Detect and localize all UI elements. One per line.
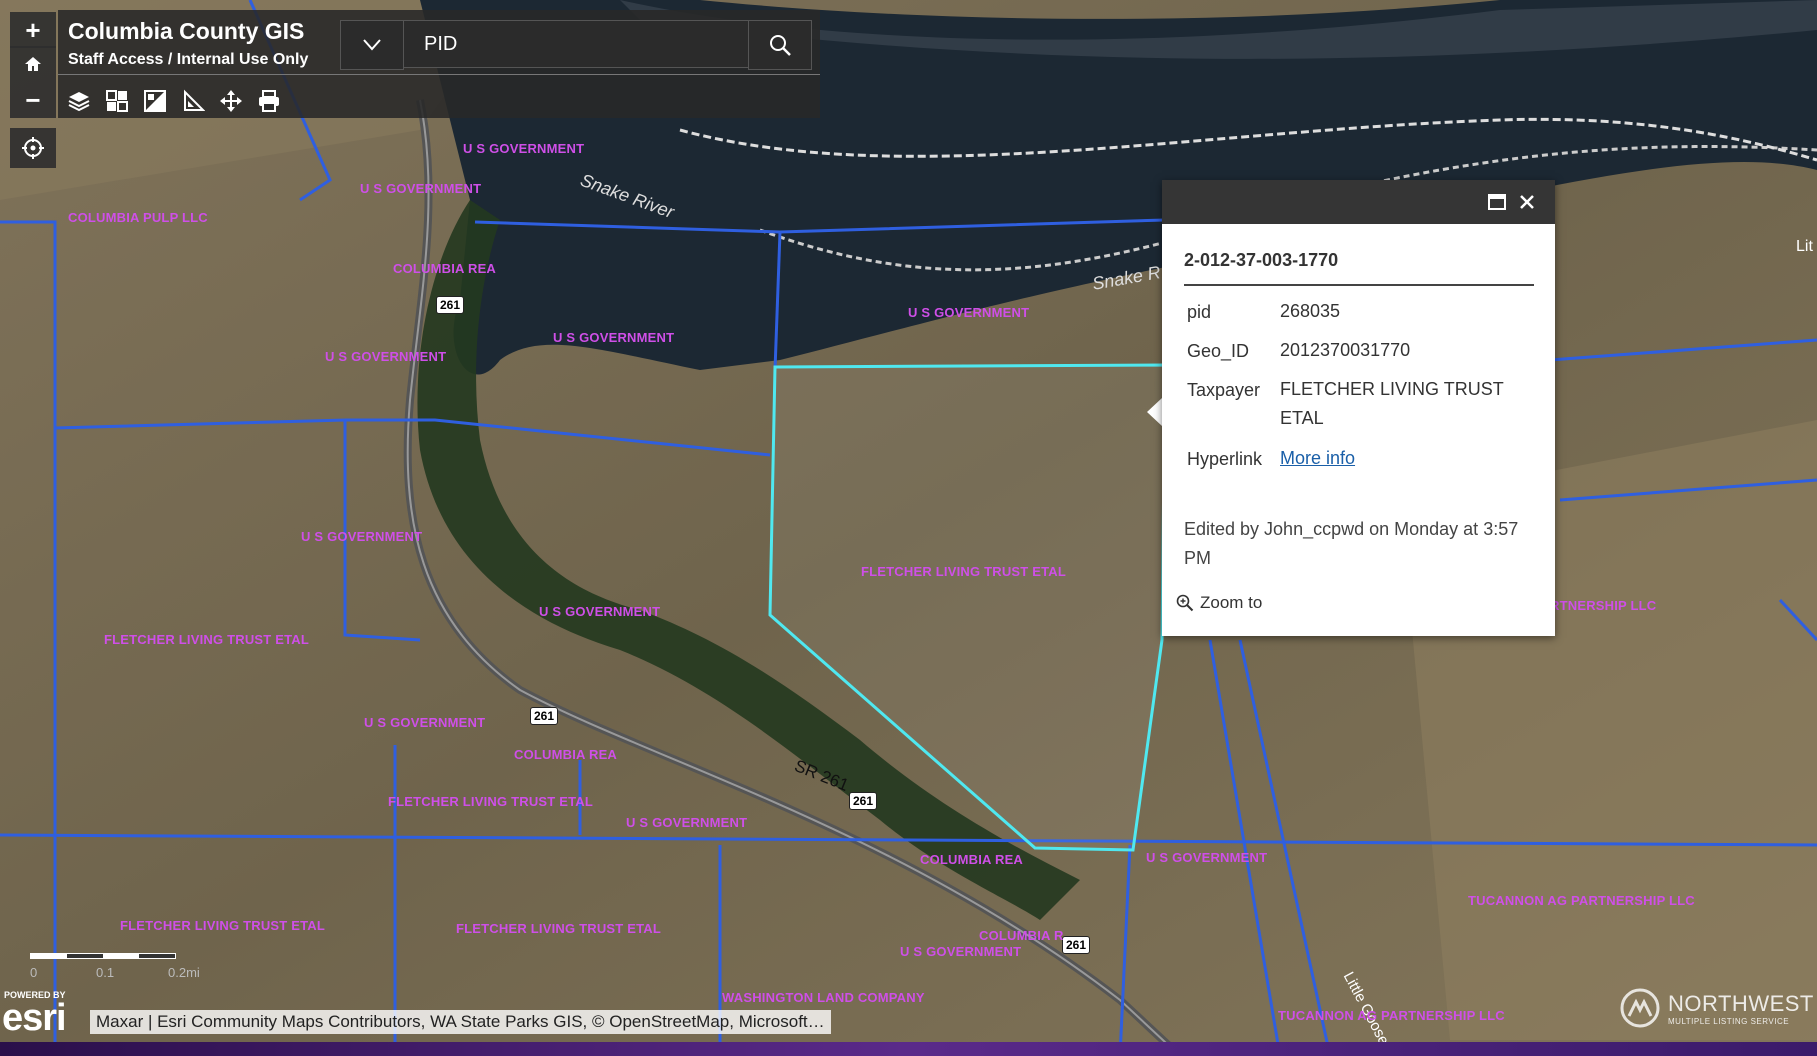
parcel-label: FLETCHER LIVING TRUST ETAL: [104, 632, 310, 647]
route-shield: 261: [849, 792, 878, 810]
parcel-label: U S GOVERNMENT: [626, 815, 748, 830]
field-value-taxpayer: FLETCHER LIVING TRUST ETAL: [1280, 379, 1504, 428]
parcel-label: WASHINGTON LAND COMPANY: [722, 990, 925, 1005]
scale-label-mid: 0.1: [96, 965, 115, 980]
parcel-label: U S GOVERNMENT: [301, 529, 423, 544]
popup-edit-info: Edited by John_ccpwd on Monday at 3:57 P…: [1184, 519, 1519, 568]
parcel-label: FLETCHER LIVING TRUST ETAL: [388, 794, 594, 809]
parcel-label: TUCANNON AG PARTNERSHIP LLC: [1278, 1008, 1505, 1023]
zoom-to-label: Zoom to: [1200, 593, 1263, 612]
zoom-in-magnifier-icon: [1176, 594, 1194, 612]
measure-button[interactable]: [178, 86, 208, 116]
route-shield: 261: [530, 707, 559, 725]
parcel-label: U S GOVERNMENT: [1146, 850, 1268, 865]
parcel-label: U S GOVERNMENT: [364, 715, 486, 730]
nwmls-name: NORTHWEST: [1668, 990, 1814, 1016]
zoom-in-button[interactable]: +: [10, 12, 56, 48]
search-source-dropdown[interactable]: [340, 20, 404, 70]
popup-divider: [1184, 284, 1534, 286]
scale-label-end: 0.2mi: [168, 965, 200, 980]
popup-close-button[interactable]: [1518, 193, 1536, 216]
app-title: Columbia County GIS: [68, 18, 305, 44]
search-button[interactable]: [748, 20, 812, 70]
field-label-geo-id: Geo_ID: [1187, 341, 1250, 361]
parcel-label: FLETCHER LIVING TRUST ETAL: [456, 921, 662, 936]
close-icon: [1520, 195, 1534, 209]
more-info-link[interactable]: More info: [1280, 444, 1530, 473]
pan-move-button[interactable]: [216, 86, 246, 116]
measure-icon: [184, 89, 205, 111]
field-value-geo-id: 2012370031770: [1280, 340, 1411, 360]
nwmls-watermark: NORTHWEST MULTIPLE LISTING SERVICE: [1620, 988, 1814, 1028]
parcel-label: U S GOVERNMENT: [539, 604, 661, 619]
bottom-strip: [0, 1042, 1817, 1056]
parcel-label: U S GOVERNMENT: [325, 349, 447, 364]
river-label-lit: Lit: [1796, 238, 1813, 255]
pan-move-icon: [220, 90, 242, 112]
popup-title: 2-012-37-003-1770: [1184, 250, 1339, 270]
maximize-icon: [1488, 194, 1506, 210]
route-shield: 261: [1062, 936, 1091, 954]
scale-label-0: 0: [30, 965, 38, 980]
basemap-gallery-button[interactable]: [102, 86, 132, 116]
esri-logo: POWERED BY esri: [2, 990, 67, 1039]
zoom-out-button[interactable]: −: [10, 82, 56, 118]
popup-pointer: [1147, 398, 1162, 426]
parcel-label: COLUMBIA PULP LLC: [68, 210, 208, 225]
scale-bar: 0 0.1 0.2mi: [30, 953, 200, 981]
print-icon: [259, 90, 279, 112]
field-value-pid: 268035: [1280, 301, 1341, 321]
parcel-label: U S GOVERNMENT: [908, 305, 1030, 320]
popup-maximize-button[interactable]: [1488, 194, 1506, 215]
zoom-to-button[interactable]: Zoom to: [1176, 593, 1262, 613]
legend-icon: [144, 90, 166, 112]
parcel-label: COLUMBIA REA: [920, 852, 1024, 867]
parcel-label: COLUMBIA REA: [393, 261, 497, 276]
parcel-label: COLUMBIA R: [979, 928, 1064, 943]
parcel-label: U S GOVERNMENT: [900, 944, 1022, 959]
parcel-label: RTNERSHIP LLC: [1550, 598, 1657, 613]
field-label-pid: pid: [1187, 302, 1212, 322]
home-button[interactable]: [10, 46, 56, 82]
nwmls-logo-icon: [1620, 988, 1660, 1028]
popup-header-bar: [1162, 180, 1555, 224]
layers-button[interactable]: [64, 86, 94, 116]
layers-icon: [68, 92, 90, 112]
parcel-label: TUCANNON AG PARTNERSHIP LLC: [1468, 893, 1695, 908]
locate-button[interactable]: [10, 128, 56, 168]
crosshair-icon: [22, 137, 44, 159]
route-shield: 261: [436, 296, 465, 314]
parcel-label: FLETCHER LIVING TRUST ETAL: [120, 918, 326, 933]
print-button[interactable]: [254, 86, 284, 116]
esri-wordmark: esri: [2, 997, 67, 1039]
field-label-hyperlink: Hyperlink: [1187, 449, 1263, 469]
parcel-label: COLUMBIA REA: [514, 747, 618, 762]
parcel-label: U S GOVERNMENT: [360, 181, 482, 196]
legend-button[interactable]: [140, 86, 170, 116]
parcel-label: U S GOVERNMENT: [463, 141, 585, 156]
search-input[interactable]: PID: [404, 20, 754, 68]
field-label-taxpayer: Taxpayer: [1187, 380, 1261, 400]
search-icon: [770, 35, 791, 56]
toolbar-divider: [58, 74, 820, 75]
home-icon: [25, 57, 41, 71]
parcel-label: FLETCHER LIVING TRUST ETAL: [861, 564, 1067, 579]
app-header: Columbia County GIS Staff Access / Inter…: [58, 10, 820, 118]
chevron-down-icon: [363, 39, 381, 51]
app-subtitle: Staff Access / Internal Use Only: [68, 51, 309, 68]
nwmls-sub: MULTIPLE LISTING SERVICE: [1668, 1016, 1790, 1026]
parcel-label: U S GOVERNMENT: [553, 330, 675, 345]
basemap-gallery-icon: [106, 90, 128, 112]
map-attribution: Maxar | Esri Community Maps Contributors…: [90, 1010, 831, 1034]
feature-popup: 2-012-37-003-1770 pid 268035 Geo_ID 2012…: [1162, 180, 1555, 636]
